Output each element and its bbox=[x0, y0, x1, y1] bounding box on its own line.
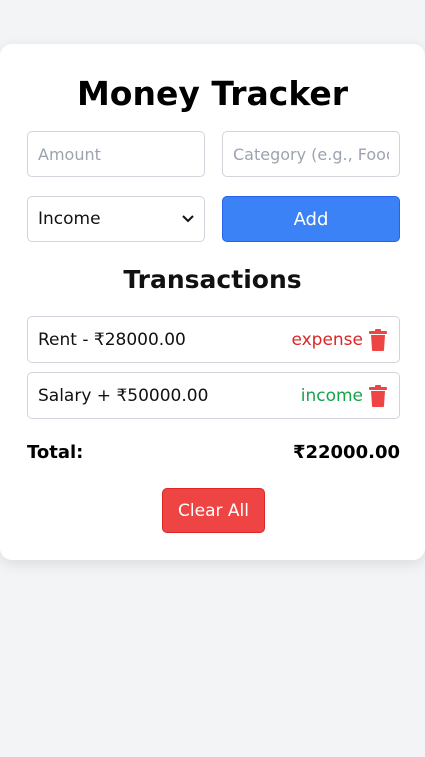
transaction-type: income bbox=[300, 385, 363, 406]
transaction-row: Salary + ₹50000.00 income bbox=[27, 372, 400, 419]
type-select[interactable]: Income bbox=[27, 196, 205, 242]
transaction-meta: income bbox=[300, 384, 387, 407]
trash-icon[interactable] bbox=[369, 384, 387, 407]
money-tracker-card: Money Tracker Income Add Transactions Re… bbox=[0, 44, 425, 560]
type-select-value: Income bbox=[38, 209, 101, 229]
transaction-text: Rent - ₹28000.00 bbox=[38, 329, 186, 350]
total-value: ₹22000.00 bbox=[292, 442, 400, 463]
app-title: Money Tracker bbox=[76, 74, 349, 113]
trash-icon[interactable] bbox=[369, 328, 387, 351]
transaction-meta: expense bbox=[291, 328, 387, 351]
total-label: Total: bbox=[27, 442, 84, 463]
transactions-heading: Transactions bbox=[123, 265, 302, 294]
category-input[interactable] bbox=[222, 131, 400, 177]
transaction-row: Rent - ₹28000.00 expense bbox=[27, 316, 400, 363]
transaction-text: Salary + ₹50000.00 bbox=[38, 385, 209, 406]
add-button[interactable]: Add bbox=[222, 196, 400, 242]
transaction-type: expense bbox=[291, 329, 363, 350]
chevron-down-icon bbox=[182, 212, 194, 227]
amount-input[interactable] bbox=[27, 131, 205, 177]
clear-all-button[interactable]: Clear All bbox=[162, 488, 265, 533]
